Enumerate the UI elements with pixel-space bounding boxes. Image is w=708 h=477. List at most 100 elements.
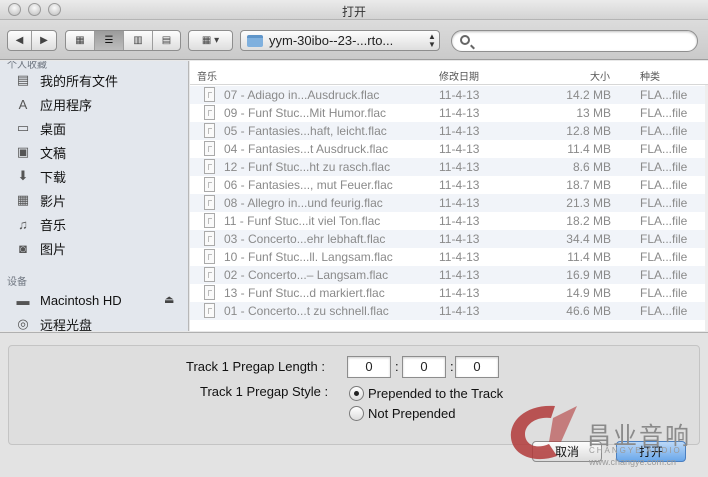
sidebar-device-item[interactable]: ◎ 远程光盘 xyxy=(14,314,92,331)
icon-view-icon: ▦ xyxy=(75,35,85,46)
file-row[interactable]: 07 - Adiago in...Ausdruck.flac 11-4-13 14.… xyxy=(190,86,708,104)
sidebar-device-item[interactable]: ▬ Macintosh HD xyxy=(14,290,122,310)
pregap-seconds-field[interactable]: 0 xyxy=(402,356,446,378)
column-header-modified[interactable]: 修改日期 xyxy=(439,68,479,83)
file-size: 16.9 MB xyxy=(566,268,611,282)
file-row[interactable]: 09 - Funf Stuc...Mit Humor.flac 11-4-13 13… xyxy=(190,104,708,122)
file-modified-date: 11-4-13 xyxy=(439,304,480,318)
arrange-menu-button[interactable]: ▦ ▾ xyxy=(188,30,233,51)
column-header-kind[interactable]: 种类 xyxy=(640,68,660,83)
pregap-options-panel: Track 1 Pregap Length : 0 : 0 : 0 Track … xyxy=(8,345,700,445)
pregap-minutes-field[interactable]: 0 xyxy=(347,356,391,378)
all-files-icon: ▤ xyxy=(16,72,30,87)
sidebar-item[interactable]: ◙ 图片 xyxy=(14,238,66,258)
audio-file-icon xyxy=(204,87,215,102)
prepended-radio[interactable] xyxy=(349,386,364,401)
sidebar-item-label: 桌面 xyxy=(40,121,67,137)
list-view-button[interactable]: ☰ xyxy=(95,31,124,50)
open-button[interactable]: 打开 xyxy=(616,441,686,462)
pregap-length-label: Track 1 Pregap Length : xyxy=(186,359,325,374)
search-field[interactable] xyxy=(451,30,698,52)
file-kind: FLA...file xyxy=(640,196,688,210)
file-name: 06 - Fantasies..., mut Feuer.flac xyxy=(224,178,393,192)
pictures-icon: ◙ xyxy=(19,240,27,256)
file-row[interactable]: 08 - Allegro in...und feurig.flac 11-4-13… xyxy=(190,194,708,212)
file-kind: FLA...file xyxy=(640,106,688,120)
popup-arrows-icon: ▲ ▼ xyxy=(428,31,436,49)
icon-view-button[interactable]: ▦ xyxy=(66,31,95,50)
audio-file-icon xyxy=(204,285,215,300)
sidebar-item-label: 图片 xyxy=(40,241,67,257)
search-input[interactable] xyxy=(476,33,686,49)
sidebar-item[interactable]: ▦ 影片 xyxy=(14,190,66,210)
file-name: 07 - Adiago in...Ausdruck.flac xyxy=(224,88,380,102)
audio-file-icon xyxy=(204,303,215,318)
file-row[interactable]: 06 - Fantasies..., mut Feuer.flac 11-4-13… xyxy=(190,176,708,194)
sidebar-item[interactable]: ⬇ 下载 xyxy=(14,166,66,186)
column-header-size[interactable]: 大小 xyxy=(590,68,610,83)
file-name: 02 - Concerto...– Langsam.flac xyxy=(224,268,389,282)
toolbar: ◀ ▶ ▦ ☰ ▥ ▤ ▦ ▾ yym-30ibo--23-...rto... … xyxy=(0,20,708,60)
file-kind: FLA...file xyxy=(640,304,688,318)
file-name: 13 - Funf Stuc...d markiert.flac xyxy=(224,286,385,300)
file-row[interactable]: 01 - Concerto...t zu schnell.flac 11-4-13… xyxy=(190,302,708,320)
column-header-name[interactable]: 音乐 xyxy=(197,68,217,83)
file-kind: FLA...file xyxy=(640,250,688,264)
file-modified-date: 11-4-13 xyxy=(439,178,480,192)
file-size: 34.4 MB xyxy=(566,232,611,246)
audio-file-icon xyxy=(204,267,215,282)
back-button[interactable]: ◀ xyxy=(8,31,32,50)
title-bar: 打开 xyxy=(0,0,708,20)
file-name: 08 - Allegro in...und feurig.flac xyxy=(224,196,383,210)
dialog-bottom: Track 1 Pregap Length : 0 : 0 : 0 Track … xyxy=(0,332,708,477)
audio-file-icon xyxy=(204,105,215,120)
sidebar-item-label: Macintosh HD xyxy=(40,292,122,308)
sidebar-item[interactable]: ▣ 文稿 xyxy=(14,142,66,162)
file-kind: FLA...file xyxy=(640,142,688,156)
pregap-style-label: Track 1 Pregap Style : xyxy=(200,384,329,399)
desktop-icon: ▭ xyxy=(16,120,30,135)
column-view-button[interactable]: ▥ xyxy=(124,31,153,50)
file-size: 8.6 MB xyxy=(572,160,611,174)
forward-button[interactable]: ▶ xyxy=(32,31,56,50)
sidebar-item[interactable]: ♫ 音乐 xyxy=(14,214,66,234)
file-row[interactable]: 13 - Funf Stuc...d markiert.flac 11-4-13 1… xyxy=(190,284,708,302)
coverflow-view-button[interactable]: ▤ xyxy=(153,31,180,50)
pregap-frames-field[interactable]: 0 xyxy=(455,356,499,378)
sidebar-item-label: 文稿 xyxy=(40,145,67,161)
file-size: 13 MB xyxy=(576,106,611,120)
sidebar-item-label: 影片 xyxy=(40,193,67,209)
file-name: 01 - Concerto...t zu schnell.flac xyxy=(224,304,389,318)
sidebar-item[interactable]: ▤ 我的所有文件 xyxy=(14,70,118,90)
file-size: 11.4 MB xyxy=(567,250,611,264)
not-prepended-radio-label[interactable]: Not Prepended xyxy=(368,406,455,421)
file-row[interactable]: 04 - Fantasies...t Ausdruck.flac 11-4-13 1… xyxy=(190,140,708,158)
path-popup[interactable]: yym-30ibo--23-...rto... ▲ ▼ xyxy=(240,30,440,51)
not-prepended-radio[interactable] xyxy=(349,406,364,421)
file-modified-date: 11-4-13 xyxy=(439,106,480,120)
file-modified-date: 11-4-13 xyxy=(439,88,480,102)
sidebar-item[interactable]: ▭ 桌面 xyxy=(14,118,66,138)
audio-file-icon xyxy=(204,159,215,174)
applications-icon: A xyxy=(18,96,28,112)
sidebar-item[interactable]: A 应用程序 xyxy=(14,94,92,114)
prepended-radio-label[interactable]: Prepended to the Track xyxy=(368,386,503,401)
file-modified-date: 11-4-13 xyxy=(439,250,480,264)
file-row[interactable]: 03 - Concerto...ehr lebhaft.flac 11-4-13 3… xyxy=(190,230,708,248)
file-row[interactable]: 05 - Fantasies...haft, leicht.flac 11-4-1… xyxy=(190,122,708,140)
file-name: 12 - Funf Stuc...ht zu rasch.flac xyxy=(224,160,391,174)
sidebar-item-label: 远程光盘 xyxy=(40,317,93,332)
file-row[interactable]: 10 - Funf Stuc...ll. Langsam.flac 11-4-13… xyxy=(190,248,708,266)
file-row[interactable]: 11 - Funf Stuc...it viel Ton.flac 11-4-13… xyxy=(190,212,708,230)
back-arrow-icon: ◀ xyxy=(15,35,24,46)
file-modified-date: 11-4-13 xyxy=(439,196,480,210)
file-row[interactable]: 12 - Funf Stuc...ht zu rasch.flac 11-4-13… xyxy=(190,158,708,176)
cancel-button[interactable]: 取消 xyxy=(532,441,602,462)
file-row[interactable]: 02 - Concerto...– Langsam.flac 11-4-13 16.… xyxy=(190,266,708,284)
file-name: 03 - Concerto...ehr lebhaft.flac xyxy=(224,232,386,246)
file-name: 10 - Funf Stuc...ll. Langsam.flac xyxy=(224,250,393,264)
file-modified-date: 11-4-13 xyxy=(439,268,480,282)
documents-icon: ▣ xyxy=(16,144,30,159)
eject-icon[interactable]: ⏏ xyxy=(164,293,174,306)
list-view-icon: ☰ xyxy=(104,35,114,46)
